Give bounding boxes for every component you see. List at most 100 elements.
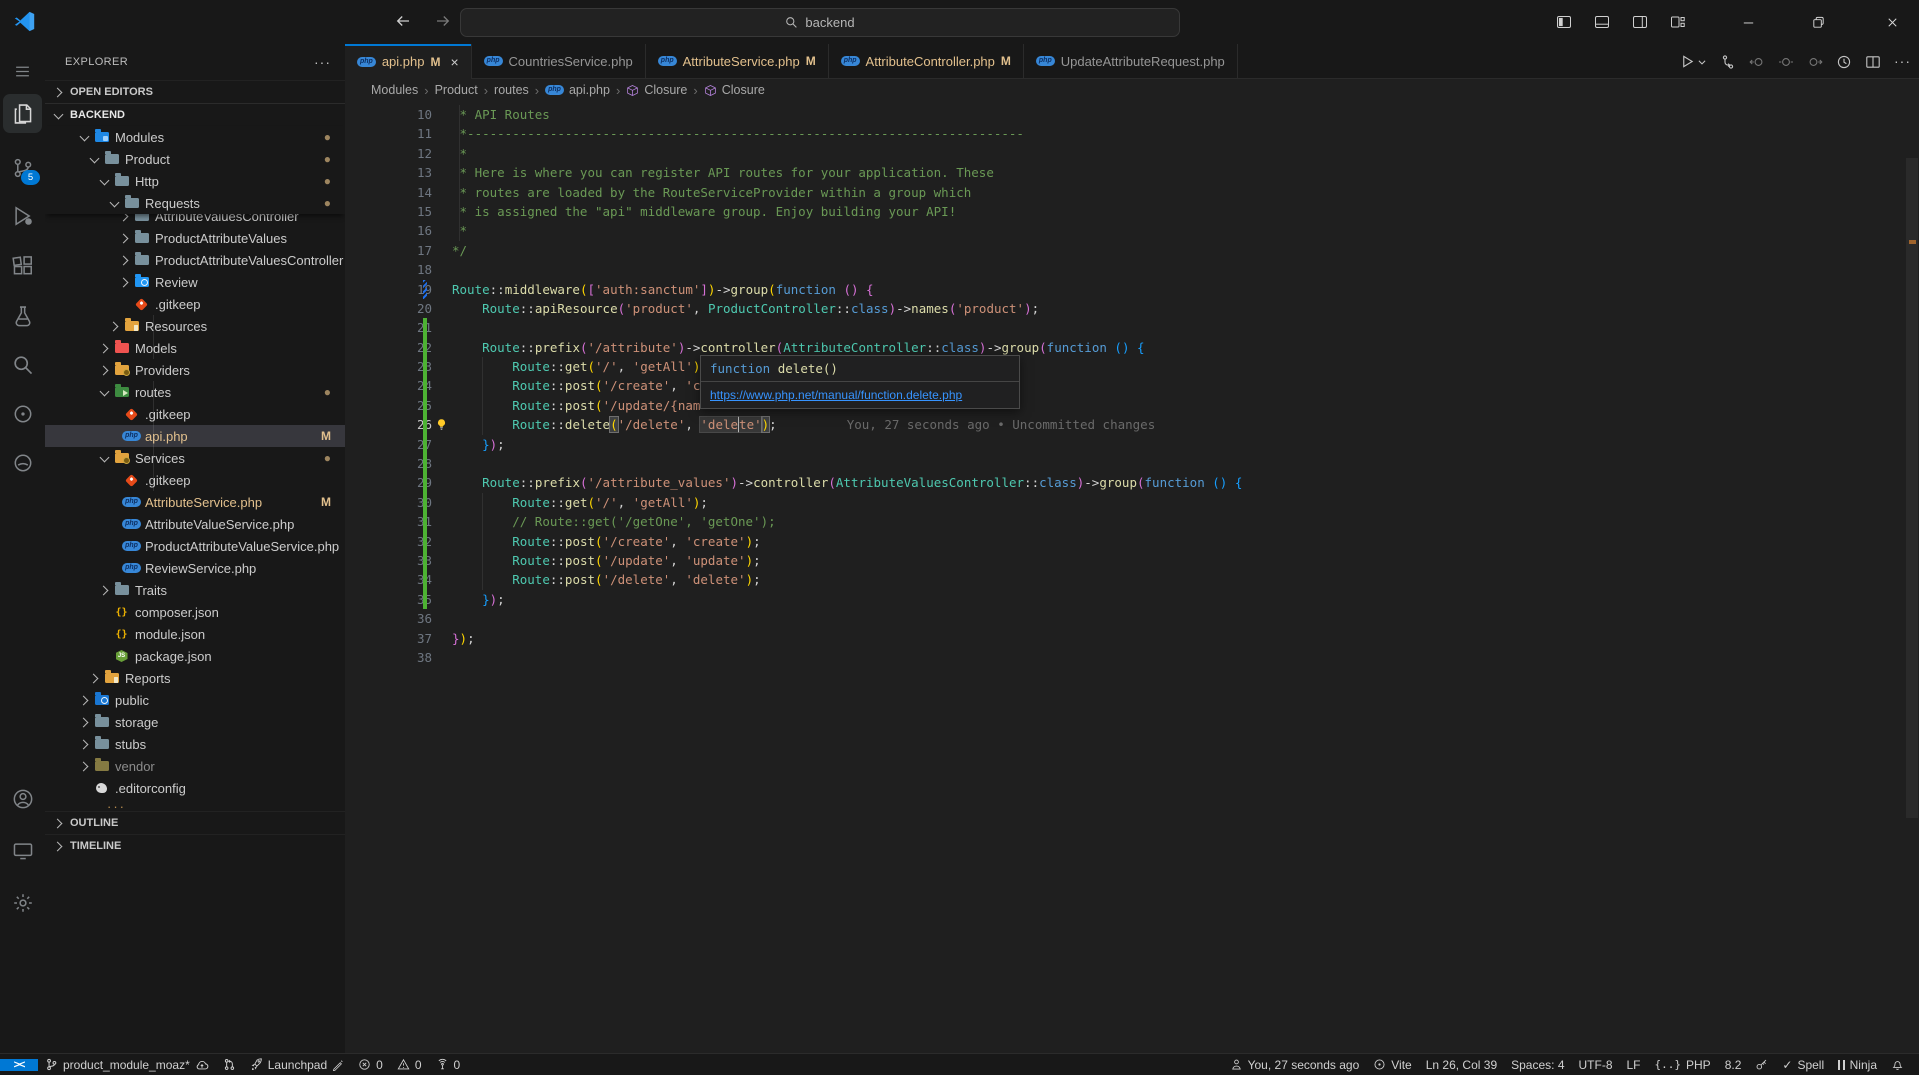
testing-icon[interactable] (3, 296, 42, 335)
tree-item-gitkeep[interactable]: .gitkeep (45, 403, 345, 425)
tree-item-product[interactable]: Product● (45, 148, 345, 170)
status-git-blame[interactable]: You, 27 seconds ago (1223, 1054, 1367, 1075)
tree-item-stubs[interactable]: stubs (45, 733, 345, 755)
status-encoding[interactable]: UTF-8 (1572, 1054, 1620, 1075)
code-line-34[interactable]: 34 Route::post('/delete', 'delete'); (345, 570, 1919, 589)
tab-attributecontroller-php[interactable]: phpAttributeController.phpM (829, 44, 1024, 78)
status-notifications[interactable] (1884, 1054, 1911, 1075)
tree-item-reports[interactable]: Reports (45, 667, 345, 689)
tree-item-productattributevalues[interactable]: ProductAttributeValues (45, 227, 345, 249)
tab-countriesservice-php[interactable]: phpCountriesService.php (472, 44, 646, 78)
breadcrumb-item-modules[interactable]: Modules (371, 83, 418, 97)
status-cursor-position[interactable]: Ln 26, Col 39 (1419, 1054, 1504, 1075)
command-center-search[interactable]: backend (460, 8, 1180, 37)
source-control-icon[interactable]: 5 (3, 148, 42, 187)
more-actions-icon[interactable]: ··· (1894, 53, 1911, 71)
remote-indicator[interactable]: >< (0, 1059, 38, 1071)
accounts-icon[interactable] (3, 779, 42, 818)
code-line-14[interactable]: 14 * routes are loaded by the RouteServi… (345, 183, 1919, 202)
tree-item-modules[interactable]: Modules● (45, 126, 345, 148)
code-line-21[interactable]: 21 (345, 318, 1919, 337)
code-line-17[interactable]: 17*/ (345, 241, 1919, 260)
status-php-version[interactable]: 8.2 (1718, 1054, 1749, 1075)
tab-api-php[interactable]: phpapi.phpM× (345, 44, 472, 79)
code-line-24[interactable]: 24 Route::post('/create', 'c (345, 376, 1919, 395)
next-change-icon[interactable] (1807, 54, 1823, 70)
status-ninja[interactable]: Ninja (1831, 1054, 1884, 1075)
status-warnings[interactable]: 0 (390, 1054, 429, 1075)
code-line-35[interactable]: 35 }); (345, 590, 1919, 609)
current-change-icon[interactable] (1778, 54, 1794, 70)
code-line-36[interactable]: 36 (345, 609, 1919, 628)
code-line-15[interactable]: 15 * is assigned the "api" middleware gr… (345, 202, 1919, 221)
tree-item-attributevalueservice-php[interactable]: phpAttributeValueService.php (45, 513, 345, 535)
status-indentation[interactable]: Spaces: 4 (1504, 1054, 1571, 1075)
code-line-27[interactable]: 27 }); (345, 435, 1919, 454)
section-open-editors[interactable]: OPEN EDITORS (45, 80, 345, 103)
nav-back-icon[interactable] (392, 10, 414, 32)
tree-item-productattributevaluescontroller[interactable]: ProductAttributeValuesController (45, 249, 345, 271)
section-outline[interactable]: OUTLINE (45, 811, 345, 834)
breadcrumb-item-api-php[interactable]: phpapi.php (545, 83, 610, 97)
tree-item-editorconfig[interactable]: .editorconfig (45, 777, 345, 799)
code-line-30[interactable]: 30 Route::get('/', 'getAll'); (345, 493, 1919, 512)
sidebar-more-actions-icon[interactable]: ··· (314, 54, 331, 70)
status-vite[interactable]: Vite (1366, 1054, 1418, 1075)
code-line-20[interactable]: 20 Route::apiResource('product', Product… (345, 299, 1919, 318)
tree-item-requests[interactable]: Requests● (45, 192, 345, 214)
remote-explorer-icon[interactable] (3, 831, 42, 870)
search-icon[interactable] (3, 345, 42, 384)
toggle-primary-sidebar-icon[interactable] (1556, 14, 1572, 30)
code-line-11[interactable]: 11 *------------------------------------… (345, 124, 1919, 143)
breadcrumb-item-routes[interactable]: routes (494, 83, 529, 97)
settings-icon[interactable] (3, 883, 42, 922)
tree-item-providers[interactable]: Providers (45, 359, 345, 381)
tree-item-http[interactable]: Http● (45, 170, 345, 192)
section-backend-root[interactable]: BACKEND (45, 103, 345, 126)
tree-item-vendor[interactable]: vendor (45, 755, 345, 777)
tree-item-gitkeep[interactable]: .gitkeep (45, 469, 345, 491)
code-line-32[interactable]: 32 Route::post('/create', 'create'); (345, 532, 1919, 551)
tab-attributeservice-php[interactable]: phpAttributeService.phpM (646, 44, 829, 78)
status-spell-checker[interactable]: ✓Spell (1775, 1054, 1831, 1075)
tree-item-models[interactable]: Models (45, 337, 345, 359)
previous-change-icon[interactable] (1749, 54, 1765, 70)
timeline-history-icon[interactable] (1836, 54, 1852, 70)
tree-item-services[interactable]: Services● (45, 447, 345, 469)
code-line-26[interactable]: 26 Route::delete('/delete', 'delete');Yo… (345, 415, 1919, 434)
tree-item-package-json[interactable]: JSpackage.json (45, 645, 345, 667)
close-icon[interactable]: × (450, 54, 458, 70)
window-restore-icon[interactable] (1795, 0, 1841, 44)
code-line-23[interactable]: 23 Route::get('/', 'getAll') (345, 357, 1919, 376)
tree-item-productattributevalueservice-php[interactable]: phpProductAttributeValueService.php (45, 535, 345, 557)
code-line-13[interactable]: 13 * Here is where you can register API … (345, 163, 1919, 182)
code-line-10[interactable]: 10 * API Routes (345, 105, 1919, 124)
run-and-debug-icon[interactable] (3, 196, 42, 235)
window-minimize-icon[interactable] (1725, 0, 1771, 44)
tooltip-doc-link[interactable]: https://www.php.net/manual/function.dele… (710, 388, 962, 402)
status-git-branch[interactable]: product_module_moaz* (38, 1054, 216, 1075)
tree-item-attributevaluescontroller[interactable]: AttributeValuesController (45, 214, 345, 227)
toggle-secondary-sidebar-icon[interactable] (1632, 14, 1648, 30)
window-close-icon[interactable] (1865, 0, 1919, 44)
tree-item-api-php[interactable]: phpapi.phpM (45, 425, 345, 447)
code-editor[interactable]: function delete() https://www.php.net/ma… (345, 101, 1919, 1053)
status-git-graph[interactable] (216, 1054, 243, 1075)
breadcrumb-item-closure[interactable]: Closure (704, 83, 765, 97)
code-line-25[interactable]: 25 Route::post('/update/{nam (345, 396, 1919, 415)
code-line-12[interactable]: 12 * (345, 144, 1919, 163)
status-launchpad[interactable]: Launchpad (243, 1054, 351, 1075)
explorer-icon[interactable] (3, 94, 42, 133)
tab-updateattributerequest-php[interactable]: phpUpdateAttributeRequest.php (1024, 44, 1238, 78)
status-errors[interactable]: 0 (351, 1054, 390, 1075)
code-line-37[interactable]: 37}); (345, 629, 1919, 648)
code-line-31[interactable]: 31 // Route::get('/getOne', 'getOne'); (345, 512, 1919, 531)
code-line-19[interactable]: 19Route::middleware(['auth:sanctum'])->g… (345, 280, 1919, 299)
tree-item-routes[interactable]: routes● (45, 381, 345, 403)
breadcrumb-item-closure[interactable]: Closure (626, 83, 687, 97)
run-icon[interactable] (1680, 54, 1707, 69)
breadcrumb-item-product[interactable]: Product (435, 83, 478, 97)
code-line-16[interactable]: 16 * (345, 221, 1919, 240)
tree-item-module-json[interactable]: {}module.json (45, 623, 345, 645)
tree-item-composer-json[interactable]: {}composer.json (45, 601, 345, 623)
